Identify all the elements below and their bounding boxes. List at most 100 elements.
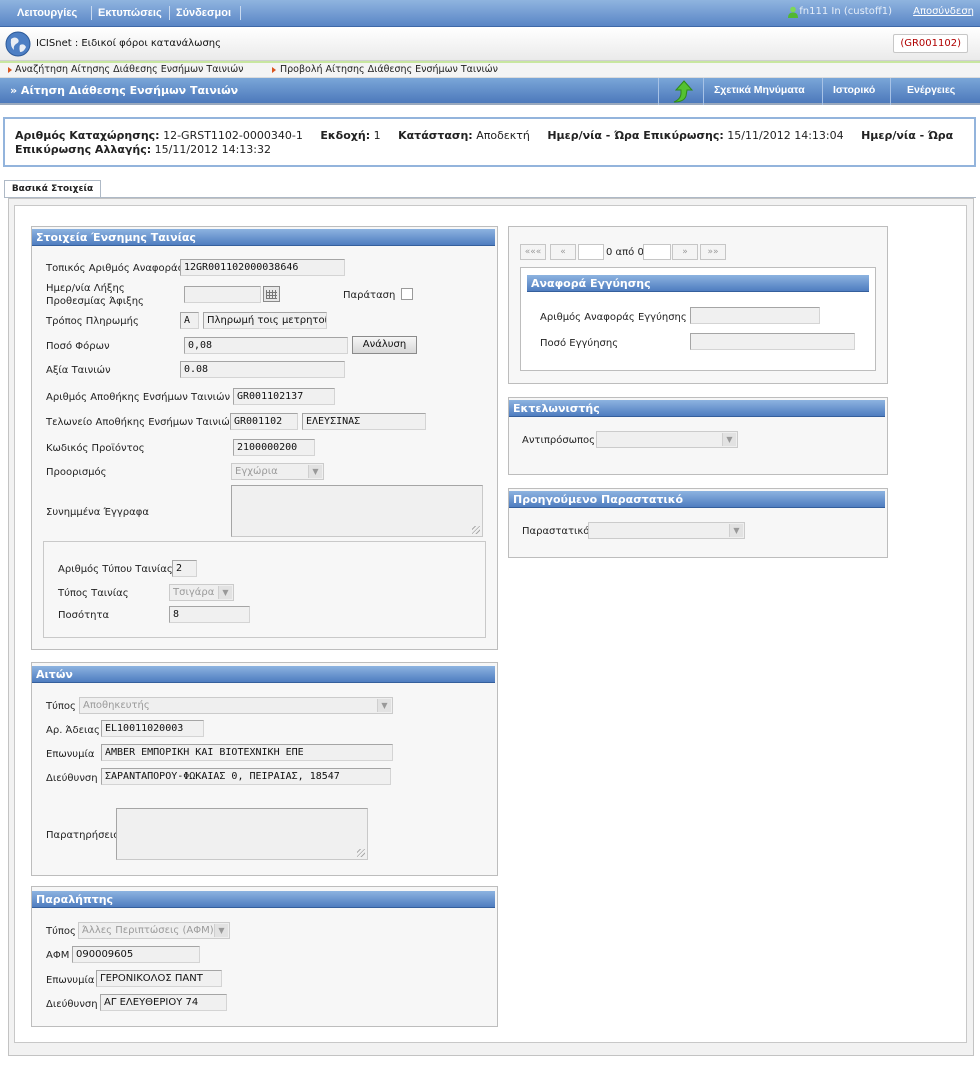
divider [822,78,823,105]
pager-last-button[interactable]: »» [700,244,726,260]
receiver-address-field[interactable]: ΑΓ ΕΛΕΥΘΕΡΙΟΥ 74 [100,994,227,1011]
guarantee-ref-label: Αριθμός Αναφοράς Εγγύησης [540,312,687,323]
chevron-down-icon: ▼ [218,586,232,599]
guarantee-ref-field[interactable] [690,307,820,324]
guarantee-amount-field[interactable] [690,333,855,350]
document-select[interactable]: ▼ [588,522,745,539]
status-value: Αποδεκτή [476,129,530,142]
deadline-label: Ημερ/νία Λήξης [46,283,125,294]
app-title: ICISnet : Ειδικοί φόροι κατανάλωσης [36,38,221,49]
chevron-down-icon: ▼ [308,465,322,478]
customs-code-field[interactable]: GR001102 [230,413,298,430]
chevron-down-icon: ▼ [377,699,391,712]
calendar-icon[interactable] [263,286,280,302]
resize-grip-icon[interactable] [472,526,480,534]
status-label: Κατάσταση: [398,129,473,142]
section-title: Αναφορά Εγγύησης [527,275,869,292]
stamp-type-value: Τσιγάρα [173,587,215,598]
representative-label: Αντιπρόσωπος [522,435,596,446]
up-arrow-icon[interactable] [670,79,694,104]
divider [658,78,659,105]
local-ref-label: Τοπικός Αριθμός Αναφοράς [46,263,184,274]
office-code-badge: (GR001102) [893,34,968,53]
chevron-down-icon: ▼ [214,924,228,937]
version-value: 1 [373,129,381,142]
customs-name-field[interactable]: ΕΛΕΥΣΙΝΑΣ [302,413,426,430]
record-info-box: Αριθμός Καταχώρησης: 12-GRST1102-0000340… [3,117,976,167]
pager-first-button[interactable]: ««« [520,244,546,260]
menu-functions[interactable]: Λειτουργίες [17,7,77,19]
pager-text: 0 από 0 [606,247,644,258]
section-title: Αιτών [32,666,495,683]
section-title: Εκτελωνιστής [509,400,885,417]
history-button[interactable]: Ιστορικό [833,84,875,96]
pager-prev-button[interactable]: « [550,244,576,260]
menu-links[interactable]: Σύνδεσμοι [176,7,231,19]
payment-desc-field[interactable]: Πληρωμή τοις μετρητοίς [203,312,327,329]
quantity-field[interactable]: 8 [169,606,250,623]
breadcrumb: Αναζήτηση Αίτησης Διάθεσης Ενσήμων Ταινι… [0,63,980,78]
warehouse-field[interactable]: GR001102137 [233,388,335,405]
local-ref-field[interactable]: 12GR001102000038646 [180,259,345,276]
representative-select[interactable]: ▼ [596,431,738,448]
tax-label: Ποσό Φόρων [46,341,110,352]
afm-label: ΑΦΜ [46,950,70,961]
resize-grip-icon[interactable] [357,849,365,857]
breadcrumb-arrow-icon [8,67,12,73]
analysis-button[interactable]: Ανάλυση [352,336,417,354]
actions-button[interactable]: Ενέργειες [907,84,955,96]
extension-label: Παράταση [343,290,396,301]
receiver-type-value: Άλλες Περιπτώσεις (ΑΦΜ) [82,925,214,936]
receiver-name-label: Επωνυμία [46,975,95,986]
value-label: Αξία Ταινιών [46,365,111,376]
applicant-address-label: Διεύθυνση [46,773,98,784]
guarantee-amount-label: Ποσό Εγγύησης [540,338,619,349]
destination-value: Εγχώρια [235,466,278,477]
applicant-name-field[interactable]: AMBER ΕΜΠΟΡΙΚΗ ΚΑΙ ΒΙΟΤΕΧΝΙΚΗ ΕΠΕ [101,744,393,761]
current-user: fn111 In (custoff1) [799,6,892,17]
receiver-type-select[interactable]: Άλλες Περιπτώσεις (ΑΦΜ) ▼ [78,922,230,939]
page-title: » Αίτηση Διάθεσης Ενσήμων Ταινιών [10,84,239,97]
receiver-name-field[interactable]: ΓΕΡΟΝΙΚΟΛΟΣ ΠΑΝΤ [96,970,222,987]
version-label: Εκδοχή: [320,129,371,142]
applicant-type-select[interactable]: Αποθηκευτής ▼ [79,697,393,714]
reg-value: 12-GRST1102-0000340-1 [163,129,303,142]
chevron-down-icon: ▼ [729,524,743,537]
type-label: Τύπος Ταινίας [58,588,129,599]
stamp-type-select[interactable]: Τσιγάρα ▼ [169,584,234,601]
attachments-textarea[interactable] [231,485,483,537]
logout-link[interactable]: Αποσύνδεση [913,6,974,17]
reg-label: Αριθμός Καταχώρησης: [15,129,160,142]
tax-amount-field[interactable]: 0,08 [184,337,348,354]
license-label: Αρ. Άδειας [46,725,100,736]
breadcrumb-current: Προβολή Αίτησης Διάθεσης Ενσήμων Ταινιών [280,64,498,75]
tab-basic-info[interactable]: Βασικά Στοιχεία [4,180,101,198]
divider [703,78,704,105]
extension-checkbox[interactable] [401,288,413,300]
stamp-value-field[interactable]: 0.08 [180,361,345,378]
section-title: Παραλήπτης [32,891,495,908]
applicant-type-value: Αποθηκευτής [83,700,150,711]
type-no-field[interactable]: 2 [172,560,197,577]
applicant-name-label: Επωνυμία [46,749,95,760]
payment-code-field[interactable]: A [180,312,199,329]
breadcrumb-search-link[interactable]: Αναζήτηση Αίτησης Διάθεσης Ενσήμων Ταινι… [15,64,243,75]
related-messages-button[interactable]: Σχετικά Μηνύματα [714,84,805,96]
product-code-field[interactable]: 2100000200 [233,439,315,456]
notes-textarea[interactable] [116,808,368,860]
license-field[interactable]: EL10011020003 [101,720,204,737]
afm-field[interactable]: 090009605 [72,946,200,963]
pager-next-button[interactable]: » [672,244,698,260]
divider [890,78,891,105]
customs-label: Τελωνείο Αποθήκης Ενσήμων Ταινιών [46,417,236,428]
attachments-label: Συνημμένα Έγγραφα [46,507,149,518]
applicant-address-field[interactable]: ΣΑΡΑΝΤΑΠΟΡΟΥ-ΦΩΚΑΙΑΣ 0, ΠΕΙΡΑΙΑΣ, 18547 [101,768,391,785]
pager-page-total [643,244,671,260]
menu-separator [169,6,170,20]
user-icon [788,6,798,18]
menu-prints[interactable]: Εκτυπώσεις [98,7,162,19]
globe-icon [5,31,31,57]
destination-select[interactable]: Εγχώρια ▼ [231,463,324,480]
deadline-date-field[interactable] [184,286,261,303]
pager-page-input[interactable] [578,244,604,260]
